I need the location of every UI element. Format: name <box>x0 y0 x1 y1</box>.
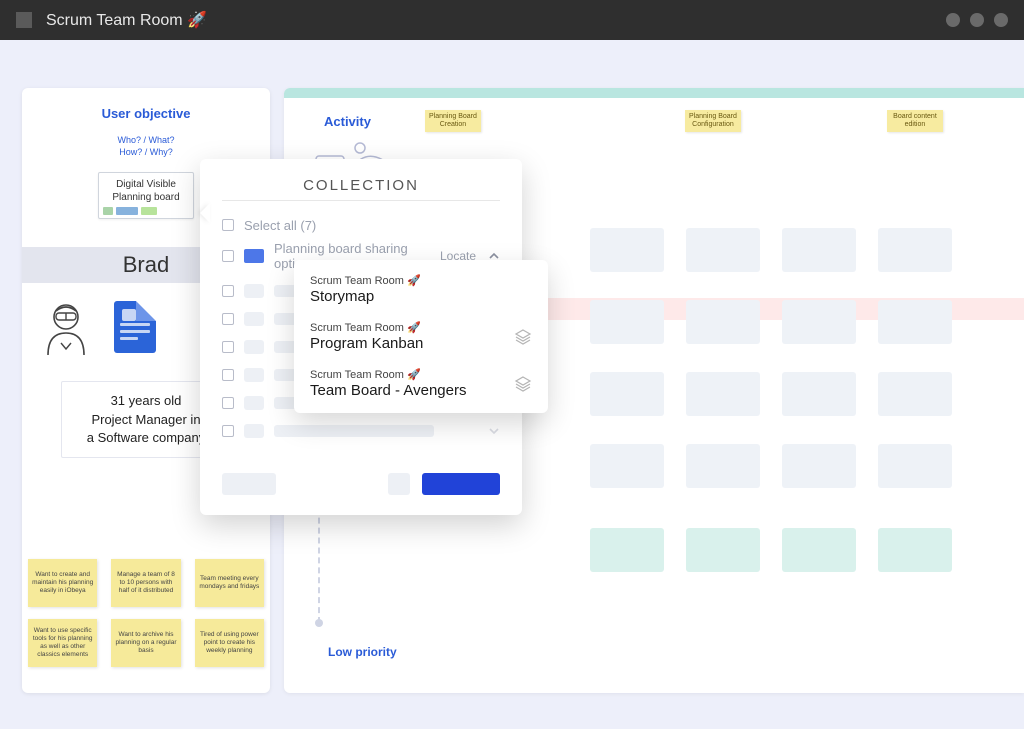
sticky-note[interactable]: Tired of using power point to create his… <box>195 619 264 667</box>
layers-icon <box>514 328 532 346</box>
activity-sticky[interactable]: Planning Board Configuration <box>685 110 741 132</box>
checkbox[interactable] <box>222 313 234 325</box>
story-cards <box>590 228 1004 600</box>
collection-title: COLLECTION <box>222 177 500 194</box>
checkbox[interactable] <box>222 369 234 381</box>
primary-button[interactable] <box>422 473 500 495</box>
sticky-note[interactable]: Want to create and maintain his planning… <box>28 559 97 607</box>
checkbox[interactable] <box>222 397 234 409</box>
sticky-note[interactable]: Team meeting every mondays and fridays <box>195 559 264 607</box>
activity-sticky[interactable]: Planning Board Creation <box>425 110 481 132</box>
board-header: Activity Planning Board Creation Plannin… <box>284 98 1024 136</box>
activity-sticky[interactable]: Board content edition <box>887 110 943 132</box>
locate-option[interactable]: Scrum Team Room 🚀 Program Kanban <box>294 313 548 360</box>
board-accent <box>284 88 1024 98</box>
checkbox[interactable] <box>222 250 234 262</box>
checkbox[interactable] <box>222 285 234 297</box>
select-all-row[interactable]: Select all (7) <box>222 211 500 239</box>
sticky-note[interactable]: Manage a team of 8 to 10 persons with ha… <box>111 559 180 607</box>
persona-card[interactable]: Digital Visible Planning board <box>98 172 194 219</box>
locate-board-name: Team Board - Avengers <box>310 382 504 399</box>
window-control-min[interactable] <box>946 13 960 27</box>
locate-dropdown: Scrum Team Room 🚀 Storymap Scrum Team Ro… <box>294 260 548 413</box>
window-control-max[interactable] <box>970 13 984 27</box>
app-icon <box>16 12 32 28</box>
low-priority-label: Low priority <box>328 645 397 659</box>
color-swatch <box>244 249 264 263</box>
persona-stickies: Want to create and maintain his planning… <box>28 559 264 679</box>
chevron-down-icon[interactable] <box>488 425 500 437</box>
locate-board-name: Storymap <box>310 288 532 305</box>
window-control-close[interactable] <box>994 13 1008 27</box>
layers-icon <box>514 375 532 393</box>
document-icon <box>114 301 156 357</box>
window-title: Scrum Team Room 🚀 <box>46 10 207 30</box>
secondary-button[interactable] <box>222 473 276 495</box>
locate-room-label: Scrum Team Room 🚀 <box>310 368 504 381</box>
persona-subheader: Who? / What? How? / Why? <box>36 135 256 158</box>
canvas[interactable]: User objective Who? / What? How? / Why? … <box>0 40 1024 729</box>
square-button[interactable] <box>388 473 410 495</box>
window-titlebar: Scrum Team Room 🚀 <box>0 0 1024 40</box>
locate-option[interactable]: Scrum Team Room 🚀 Team Board - Avengers <box>294 360 548 407</box>
sticky-note[interactable]: Want to use specific tools for his plann… <box>28 619 97 667</box>
locate-option[interactable]: Scrum Team Room 🚀 Storymap <box>294 266 548 313</box>
select-all-label: Select all (7) <box>244 218 316 233</box>
checkbox[interactable] <box>222 425 234 437</box>
collection-actions <box>222 473 500 495</box>
locate-room-label: Scrum Team Room 🚀 <box>310 274 532 287</box>
checkbox[interactable] <box>222 219 234 231</box>
persona-card-label: Digital Visible Planning board <box>112 179 179 203</box>
persona-header: User objective <box>36 106 256 121</box>
divider <box>222 200 500 201</box>
locate-room-label: Scrum Team Room 🚀 <box>310 321 504 334</box>
activity-label: Activity <box>324 114 371 129</box>
checkbox[interactable] <box>222 341 234 353</box>
locate-board-name: Program Kanban <box>310 335 504 352</box>
avatar-icon <box>42 301 90 357</box>
sticky-note[interactable]: Want to archive his planning on a regula… <box>111 619 180 667</box>
